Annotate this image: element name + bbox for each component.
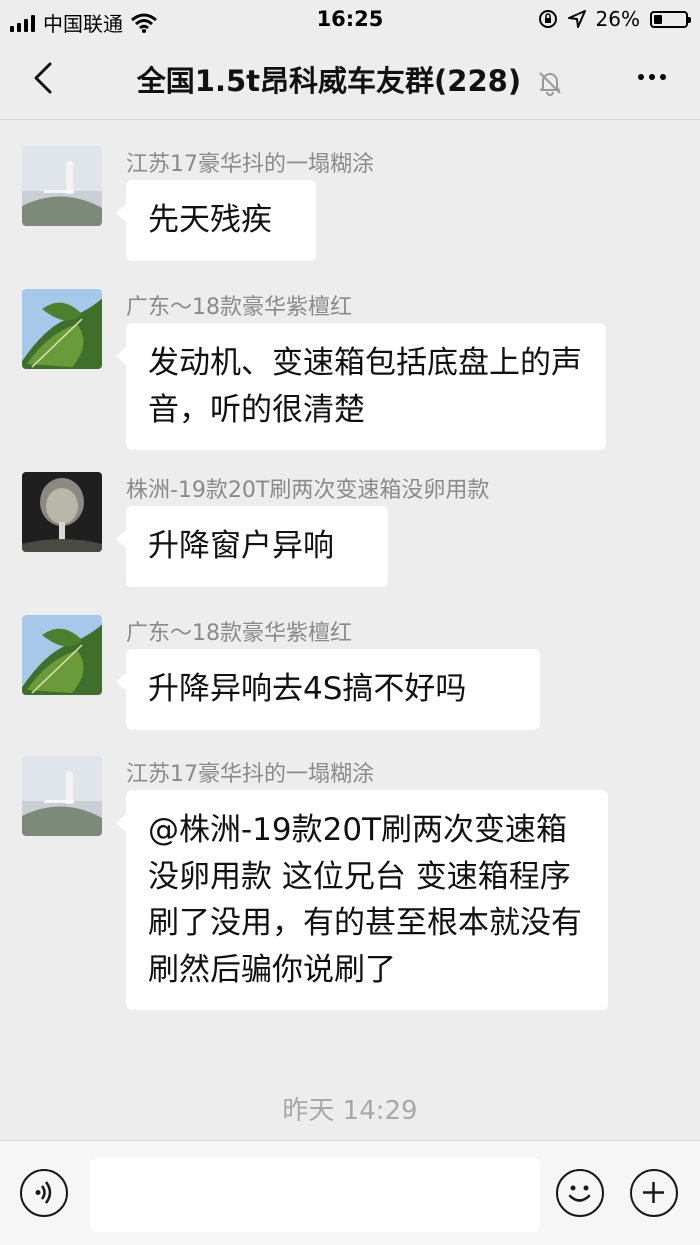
chat-title: 全国1.5t昂科威车友群(228) bbox=[136, 64, 522, 98]
message-bubble[interactable]: @株洲-19款20T刷两次变速箱没卵用款 这位兄台 变速箱程序刷了没用，有的甚至… bbox=[116, 790, 608, 1010]
sender-name: 江苏17豪华抖的一塌糊涂 bbox=[126, 762, 374, 787]
avatar-poster[interactable] bbox=[22, 756, 102, 836]
avatar-leaf[interactable] bbox=[22, 615, 102, 695]
message-item: 江苏17豪华抖的一塌糊涂 @株洲-19款20T刷两次变速箱没卵用款 这位兄台 变… bbox=[22, 756, 682, 1040]
avatar-buddha[interactable] bbox=[22, 472, 102, 552]
status-bar: 中国联通 16:25 26% bbox=[0, 0, 700, 38]
message-item: 广东～18款豪华紫檀红 发动机、变速箱包括底盘上的声音，听的很清楚 bbox=[22, 289, 682, 450]
message-bubble[interactable]: 发动机、变速箱包括底盘上的声音，听的很清楚 bbox=[116, 323, 606, 450]
mute-bell-icon bbox=[539, 72, 561, 96]
chat-title-group: 全国1.5t昂科威车友群(228) bbox=[0, 58, 700, 100]
message-item: 江苏17豪华抖的一塌糊涂 先天残疾 bbox=[22, 146, 682, 261]
message-item: 广东～18款豪华紫檀红 升降异响去4S搞不好吗 bbox=[22, 615, 682, 730]
message-bubble[interactable]: 升降窗户异响 bbox=[116, 506, 388, 587]
message-item: 株洲-19款20T刷两次变速箱没卵用款 升降窗户异响 bbox=[22, 472, 682, 587]
add-attachment-icon[interactable] bbox=[630, 1169, 678, 1217]
battery-icon bbox=[650, 10, 691, 28]
avatar-poster[interactable] bbox=[22, 146, 102, 226]
avatar-leaf[interactable] bbox=[22, 289, 102, 369]
emoji-icon[interactable] bbox=[556, 1169, 604, 1217]
location-icon bbox=[567, 10, 586, 28]
input-bar bbox=[0, 1140, 700, 1245]
message-bubble[interactable]: 先天残疾 bbox=[116, 180, 316, 261]
time-divider: 昨天 14:29 bbox=[282, 1096, 418, 1126]
orientation-lock-icon bbox=[538, 10, 557, 28]
sender-name: 广东～18款豪华紫檀红 bbox=[126, 621, 352, 646]
status-right: 26% bbox=[538, 7, 691, 31]
message-bubble[interactable]: 升降异响去4S搞不好吗 bbox=[116, 649, 540, 730]
more-options-icon[interactable] bbox=[638, 74, 666, 80]
voice-input-icon[interactable] bbox=[20, 1169, 68, 1217]
sender-name: 江苏17豪华抖的一塌糊涂 bbox=[126, 152, 374, 177]
message-input[interactable] bbox=[90, 1158, 540, 1232]
chat-header: 全国1.5t昂科威车友群(228) bbox=[0, 38, 700, 120]
sender-name: 株洲-19款20T刷两次变速箱没卵用款 bbox=[126, 478, 490, 503]
sender-name: 广东～18款豪华紫檀红 bbox=[126, 295, 352, 320]
battery-percent: 26% bbox=[595, 7, 640, 31]
